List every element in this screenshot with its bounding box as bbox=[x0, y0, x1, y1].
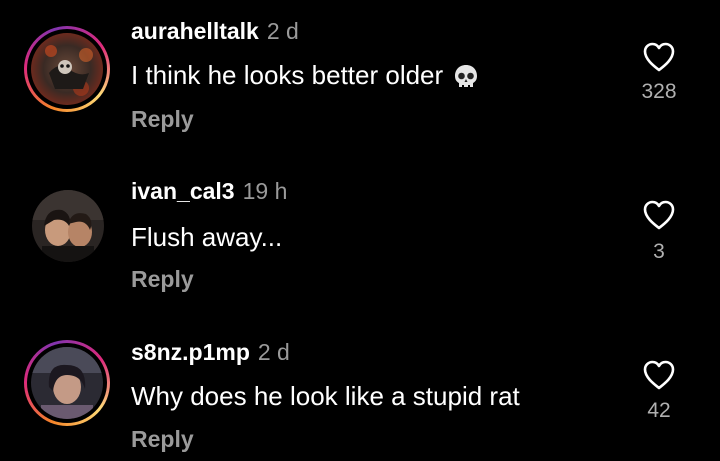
comment-meta: s8nz.p1mp 2 d bbox=[131, 338, 290, 366]
reply-button[interactable]: Reply bbox=[131, 425, 194, 453]
comment-text: Why does he look like a stupid rat bbox=[131, 381, 520, 411]
avatar-story-ring[interactable] bbox=[24, 340, 110, 426]
comment-username[interactable]: s8nz.p1mp bbox=[131, 339, 250, 365]
heart-outline-icon[interactable] bbox=[642, 359, 676, 391]
comment-time: 2 d bbox=[257, 339, 290, 365]
avatar bbox=[31, 347, 103, 419]
like-count: 42 bbox=[647, 399, 671, 422]
comment-item: s8nz.p1mp 2 d Why does he look like a stu… bbox=[0, 0, 720, 461]
